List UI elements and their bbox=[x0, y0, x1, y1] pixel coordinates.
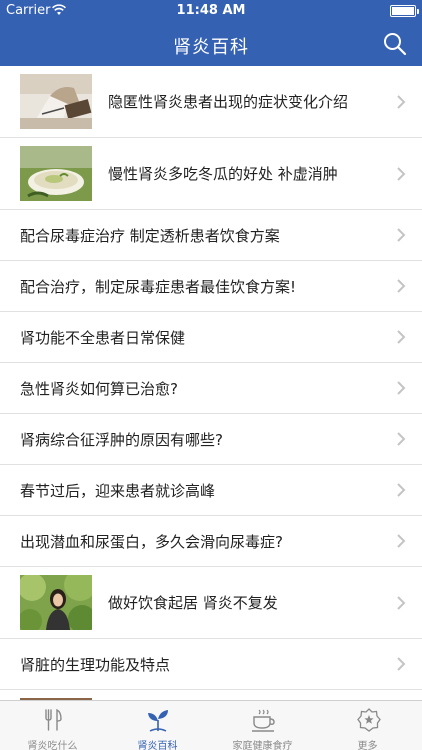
tab-label: 家庭健康食疗 bbox=[232, 741, 293, 750]
list-item-title: 配合治疗，制定尿毒症患者最佳饮食方案! bbox=[20, 277, 297, 296]
article-list: 隐匿性肾炎患者出现的症状变化介绍 慢性肾炎多吃冬瓜的好处 补虚消肿 配合尿毒症治… bbox=[0, 66, 422, 700]
tab-label: 更多 bbox=[357, 741, 378, 750]
list-item[interactable]: 做好饮食起居 肾炎不复发 bbox=[0, 567, 422, 639]
chevron-right-icon bbox=[397, 432, 406, 446]
battery-icon bbox=[390, 5, 419, 17]
page-title: 肾炎百科 bbox=[173, 37, 249, 58]
list-item[interactable]: 配合治疗，制定尿毒症患者最佳饮食方案! bbox=[0, 261, 422, 312]
list-item-title: 慢性肾炎多吃冬瓜的好处 补虚消肿 bbox=[108, 165, 338, 183]
list-item[interactable]: 肾脏的生理功能及特点 bbox=[0, 639, 422, 690]
chevron-right-icon bbox=[397, 483, 406, 497]
list-item[interactable]: 肾功能不全患者日常保健 bbox=[0, 312, 422, 363]
chevron-right-icon bbox=[397, 595, 406, 610]
list-item-title: 做好饮食起居 肾炎不复发 bbox=[108, 594, 278, 612]
chevron-right-icon bbox=[397, 534, 406, 548]
list-item[interactable]: 春节过后，迎来患者就诊高峰 bbox=[0, 465, 422, 516]
tab-diet[interactable]: 肾炎吃什么 bbox=[0, 701, 105, 750]
tab-home-therapy[interactable]: 家庭健康食疗 bbox=[210, 701, 315, 750]
status-bar: Carrier 11:48 AM bbox=[0, 0, 422, 22]
fork-knife-icon bbox=[44, 708, 62, 731]
teacup-icon bbox=[251, 709, 275, 732]
list-item-title: 春节过后，迎来患者就诊高峰 bbox=[20, 481, 216, 500]
list-item[interactable]: 急性肾炎如何算已治愈? bbox=[0, 363, 422, 414]
search-icon[interactable] bbox=[382, 31, 408, 57]
list-item[interactable]: 配合尿毒症治疗 制定透析患者饮食方案 bbox=[0, 210, 422, 261]
list-item-title: 肾病综合征浮肿的原因有哪些? bbox=[20, 430, 223, 449]
tab-label: 肾炎吃什么 bbox=[27, 741, 78, 750]
list-item[interactable]: 出现潜血和尿蛋白，多久会滑向尿毒症? bbox=[0, 516, 422, 567]
list-item[interactable]: 慢性肾炎多吃冬瓜的好处 补虚消肿 bbox=[0, 138, 422, 210]
thumb-melon-soup bbox=[20, 146, 92, 201]
thumb-person-writing bbox=[20, 74, 92, 129]
tab-label: 肾炎百科 bbox=[137, 741, 178, 750]
list-item-title: 配合尿毒症治疗 制定透析患者饮食方案 bbox=[20, 226, 280, 245]
tab-bar: 肾炎吃什么 肾炎百科 家庭健康食疗 更多 bbox=[0, 700, 422, 750]
chevron-right-icon bbox=[397, 279, 406, 293]
list-item-title: 隐匿性肾炎患者出现的症状变化介绍 bbox=[108, 93, 349, 111]
chevron-right-icon bbox=[397, 657, 406, 671]
list-item-title: 出现潜血和尿蛋白，多久会滑向尿毒症? bbox=[20, 532, 283, 551]
sprout-icon bbox=[147, 710, 168, 732]
chevron-right-icon bbox=[397, 381, 406, 395]
list-item[interactable] bbox=[0, 690, 422, 700]
thumb-woman-outdoors bbox=[20, 575, 92, 630]
chevron-right-icon bbox=[397, 330, 406, 344]
list-item-title: 急性肾炎如何算已治愈? bbox=[20, 379, 178, 398]
list-item[interactable]: 隐匿性肾炎患者出现的症状变化介绍 bbox=[0, 66, 422, 138]
nav-bar: 肾炎百科 bbox=[0, 22, 422, 66]
tab-encyclopedia[interactable]: 肾炎百科 bbox=[105, 701, 210, 750]
star-badge-icon bbox=[356, 708, 381, 732]
chevron-right-icon bbox=[397, 228, 406, 242]
tab-more[interactable]: 更多 bbox=[315, 701, 422, 750]
status-time: 11:48 AM bbox=[176, 3, 246, 18]
chevron-right-icon bbox=[397, 94, 406, 109]
list-item-title: 肾功能不全患者日常保健 bbox=[20, 328, 186, 347]
list-item-title: 肾脏的生理功能及特点 bbox=[20, 655, 171, 674]
list-item[interactable]: 肾病综合征浮肿的原因有哪些? bbox=[0, 414, 422, 465]
chevron-right-icon bbox=[397, 166, 406, 181]
